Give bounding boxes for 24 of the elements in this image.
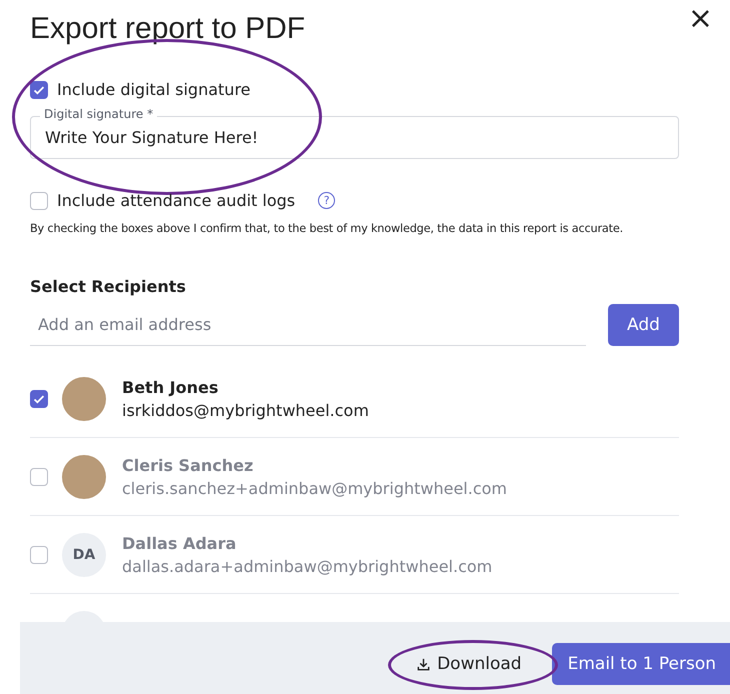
checkbox[interactable] bbox=[30, 390, 48, 408]
recipient-name: Cleris Sanchez bbox=[122, 456, 254, 474]
option-label: Include digital signature bbox=[57, 80, 251, 99]
download-button[interactable]: Download bbox=[396, 648, 542, 680]
recipient-name: Dallas Adara bbox=[122, 534, 238, 552]
recipient-email: dallas.adara+adminbaw@mybrightwheel.com bbox=[122, 556, 492, 576]
checkbox[interactable] bbox=[30, 192, 48, 210]
add-button[interactable]: Add bbox=[608, 304, 679, 346]
section-heading: Select Recipients bbox=[30, 277, 187, 296]
recipient-email: cleris.sanchez+adminbaw@mybrightwheel.com bbox=[122, 478, 507, 498]
checkbox[interactable] bbox=[30, 80, 48, 98]
download-icon bbox=[416, 656, 432, 672]
recipient-name: Beth Jones bbox=[122, 378, 220, 396]
email-button[interactable]: Email to 1 Person bbox=[552, 643, 730, 685]
field-label: Digital signature * bbox=[40, 107, 158, 121]
close-button[interactable]: × bbox=[688, 4, 713, 34]
recipient-email: isrkiddos@mybrightwheel.com bbox=[122, 400, 369, 420]
option-label: Include attendance audit logs bbox=[57, 191, 296, 210]
help-icon[interactable]: ? bbox=[318, 192, 336, 209]
dialog-title: Export report to PDF bbox=[30, 12, 306, 46]
checkbox[interactable] bbox=[30, 546, 48, 564]
checkbox[interactable] bbox=[30, 468, 48, 486]
avatar-initials: DA bbox=[62, 532, 106, 576]
disclaimer-text: By checking the boxes above I confirm that, to the best of my knowledge, the data in this report is accurate. bbox=[30, 222, 624, 235]
